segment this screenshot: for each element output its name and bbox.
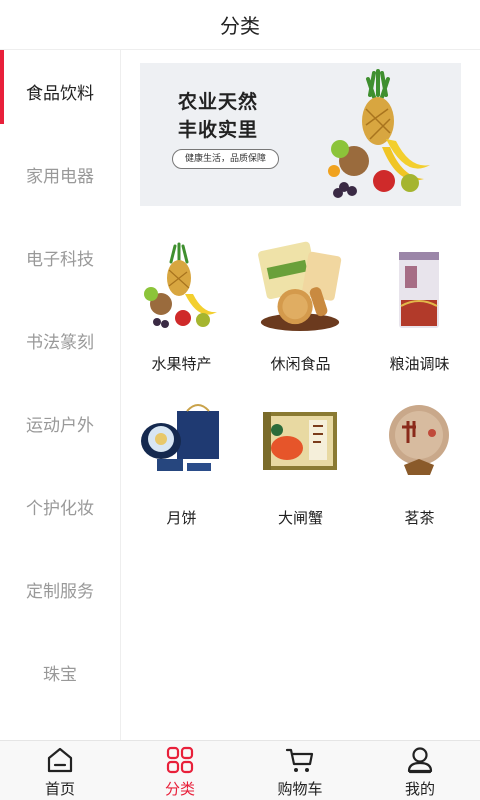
sidebar-item-label: 珠宝 (43, 665, 77, 685)
sidebar-item-personal-care[interactable]: 个护化妆 (0, 465, 120, 548)
sidebar-item-label: 食品饮料 (26, 84, 94, 104)
sidebar-item-food-drinks[interactable]: 食品饮料 (0, 50, 120, 133)
crab-gift-box-icon (263, 412, 337, 470)
page-header: 分类 (0, 0, 480, 50)
user-icon (407, 747, 433, 774)
sidebar-item-label: 定制服务 (26, 582, 94, 602)
category-label: 大闸蟹 (277, 509, 323, 527)
category-grain-oil[interactable]: 粮油调味 (360, 235, 479, 385)
category-content: 农业天然 丰收实里 健康生活，品质保障 水果特产 休闲食品 粮油调味 月饼 大闸… (122, 50, 480, 740)
category-label: 茗茶 (404, 509, 435, 527)
bottom-tab-bar: 首页 分类 购物车 我的 (0, 740, 480, 800)
category-label: 休闲食品 (270, 355, 331, 373)
tab-profile[interactable]: 我的 (360, 741, 480, 800)
category-label: 月饼 (166, 509, 197, 527)
fruit-pile-icon (328, 69, 430, 198)
rice-bag-icon (399, 252, 439, 328)
category-grid-icon (166, 746, 194, 774)
mooncake-gift-box-icon (141, 404, 219, 471)
sidebar-item-jewelry[interactable]: 珠宝 (0, 631, 120, 714)
home-icon (47, 747, 73, 773)
sidebar-item-label: 电子科技 (26, 250, 94, 270)
category-label: 粮油调味 (389, 355, 450, 373)
page-title: 分类 (220, 14, 260, 38)
tab-label: 分类 (164, 780, 195, 798)
sidebar-item-appliances[interactable]: 家用电器 (0, 133, 120, 216)
snack-biscuit-icon (258, 241, 342, 331)
fruit-basket-icon (144, 242, 217, 328)
tea-cake-icon (389, 405, 449, 475)
banner-tagline: 健康生活，品质保障 (172, 149, 280, 169)
sidebar-item-electronics[interactable]: 电子科技 (0, 216, 120, 299)
category-fruit[interactable]: 水果特产 (122, 235, 241, 385)
sidebar-item-label: 运动户外 (26, 416, 94, 436)
tab-label: 首页 (44, 780, 75, 798)
sidebar-item-custom-service[interactable]: 定制服务 (0, 548, 120, 631)
tab-cart[interactable]: 购物车 (240, 741, 360, 800)
banner-headline-1: 农业天然 (178, 91, 259, 113)
tab-label: 我的 (404, 780, 435, 798)
sidebar-item-label: 家用电器 (26, 167, 94, 187)
tab-category[interactable]: 分类 (120, 741, 240, 800)
tab-label: 购物车 (277, 780, 323, 798)
category-mooncake[interactable]: 月饼 (122, 389, 241, 539)
sidebar-item-outdoor[interactable]: 运动户外 (0, 382, 120, 465)
sidebar-item-calligraphy[interactable]: 书法篆刻 (0, 299, 120, 382)
category-sidebar: 食品饮料 家用电器 电子科技 书法篆刻 运动户外 个护化妆 定制服务 珠宝 (0, 50, 121, 740)
sidebar-item-label: 书法篆刻 (26, 333, 94, 353)
category-snacks[interactable]: 休闲食品 (241, 235, 360, 385)
sidebar-item-label: 个护化妆 (26, 499, 94, 519)
category-hairy-crab[interactable]: 大闸蟹 (241, 389, 360, 539)
tab-home[interactable]: 首页 (0, 741, 120, 800)
category-label: 水果特产 (151, 355, 212, 373)
promo-banner[interactable]: 农业天然 丰收实里 健康生活，品质保障 (140, 63, 461, 206)
banner-headline-2: 丰收实里 (178, 119, 259, 141)
cart-icon (285, 748, 314, 772)
category-tea[interactable]: 茗茶 (360, 389, 479, 539)
